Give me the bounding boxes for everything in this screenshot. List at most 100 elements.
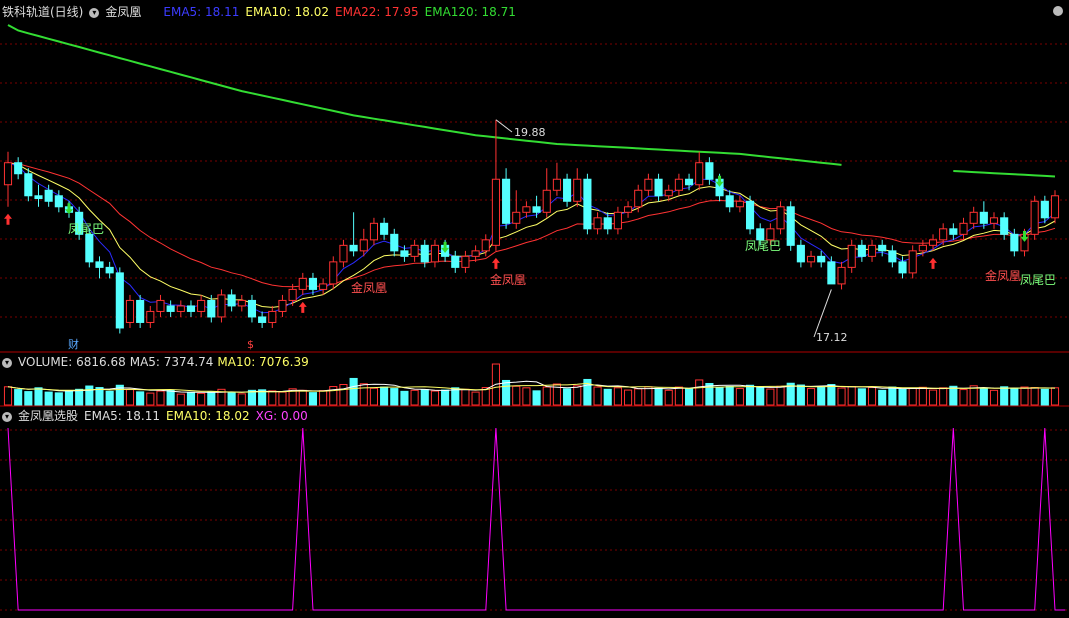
volume-bar — [1020, 386, 1029, 406]
ema10-path — [7, 162, 1056, 308]
volume-bar — [806, 388, 816, 406]
xg-value: XG: 0.00 — [255, 409, 308, 423]
volume-bar — [136, 391, 145, 406]
ema22-value: EMA22: 17.95 — [335, 5, 419, 19]
buy-arrow-icon — [4, 213, 12, 225]
stock-name[interactable]: 铁科轨道(日线) — [2, 5, 83, 19]
candle-body — [644, 178, 653, 191]
candle-body — [898, 261, 907, 274]
candle-body — [491, 178, 500, 246]
candle-body — [268, 310, 277, 323]
volume-bar — [959, 389, 968, 406]
dividend-marker: $ — [247, 338, 254, 351]
candle-body — [319, 283, 328, 290]
volume-bar — [776, 385, 785, 406]
volume-bar — [1050, 387, 1060, 406]
candle-body — [1050, 195, 1060, 219]
volume-bar — [85, 385, 94, 406]
candle-body — [186, 305, 196, 312]
candle-body — [85, 233, 94, 263]
candle-body — [430, 244, 439, 263]
volume-bar — [563, 388, 572, 406]
signal-label-tail-1: 凤尾巴 — [68, 222, 104, 236]
candle-body — [969, 211, 978, 224]
candle-body — [583, 178, 592, 230]
volume-bar — [654, 387, 663, 406]
buy-arrow-icon — [929, 257, 938, 269]
candle-body — [207, 299, 216, 318]
candle-body — [115, 272, 124, 329]
xg-menu-icon[interactable]: ▾ — [2, 411, 12, 422]
volume-bar — [928, 389, 938, 406]
volume-bar — [471, 391, 480, 406]
volume-bar — [410, 389, 419, 406]
volume-bar — [725, 386, 734, 406]
candle-body — [359, 239, 368, 252]
volume-bar — [176, 393, 185, 406]
volume-bar — [3, 386, 13, 406]
candle-body — [1040, 200, 1049, 219]
candle-body — [278, 299, 287, 312]
candle-body — [44, 189, 53, 202]
ema5-line — [7, 162, 1056, 314]
volume-bar — [75, 388, 84, 406]
volume-bar — [156, 390, 165, 406]
volume-bar — [105, 390, 114, 406]
candle-body — [624, 206, 633, 213]
volume-bar — [837, 387, 846, 406]
signal-label-buy-2: 金凤凰 — [490, 272, 526, 287]
signal-label-tail-2: 凤尾巴 — [745, 239, 781, 253]
candle-body — [888, 250, 897, 263]
volume-bar — [644, 386, 653, 406]
candle-body — [664, 189, 673, 197]
volume-bar — [1040, 388, 1049, 406]
ema5-value: EMA5: 18.11 — [163, 5, 240, 19]
volume-bar — [766, 388, 775, 406]
ema10-line — [7, 162, 1056, 308]
candle-body — [776, 206, 785, 230]
candle-body — [390, 233, 399, 252]
stock-chart[interactable]: 19.88 17.12 凤尾巴 金凤凰 金凤凰 凤尾巴 金凤凰 凤尾巴 财 $ — [0, 0, 1069, 618]
panel-settings-icon[interactable] — [1053, 6, 1063, 16]
indicator-menu-icon[interactable]: ▾ — [89, 7, 100, 18]
candle-body — [613, 211, 622, 230]
ema22-path — [7, 162, 1056, 288]
volume-bar — [24, 391, 33, 406]
volume-bar — [14, 389, 23, 406]
candle-body — [166, 305, 175, 312]
volume-bar — [939, 387, 948, 406]
candle-body — [522, 206, 531, 213]
ema120-line — [7, 24, 1056, 178]
candle-body — [400, 250, 409, 257]
volume-bar — [359, 383, 368, 406]
candle-body — [136, 299, 145, 323]
candle-body — [369, 222, 378, 241]
candle-body — [1030, 200, 1039, 235]
candle-body — [54, 195, 63, 208]
volume-bar — [817, 386, 826, 406]
volume-ma-lines — [7, 380, 1056, 393]
candle-body — [156, 299, 165, 312]
candle-body — [308, 277, 318, 290]
volume-bar — [827, 384, 836, 406]
candle-body — [654, 178, 663, 197]
candle-body — [959, 222, 968, 235]
volume-bar — [1030, 387, 1039, 406]
candle-body — [563, 178, 572, 202]
candle-body — [1000, 217, 1009, 235]
ema10-value: EMA10: 18.02 — [245, 5, 330, 19]
volume-bar — [95, 387, 104, 406]
volume-bar — [125, 389, 135, 406]
volume-bar — [247, 389, 257, 406]
candle-body — [603, 217, 612, 230]
chart-annotations: 19.88 17.12 凤尾巴 金凤凰 金凤凰 凤尾巴 金凤凰 凤尾巴 财 $ — [4, 119, 1056, 351]
volume-bar — [166, 389, 175, 406]
volume-bar — [1010, 388, 1019, 406]
candle-body — [837, 266, 846, 285]
candle-body — [806, 255, 816, 263]
volume-bar — [349, 377, 358, 406]
candle-body — [461, 255, 470, 268]
volume-menu-icon[interactable]: ▾ — [2, 357, 12, 368]
indicator-name[interactable]: 金凤凰 — [105, 5, 141, 19]
volume-bars — [3, 363, 1060, 406]
